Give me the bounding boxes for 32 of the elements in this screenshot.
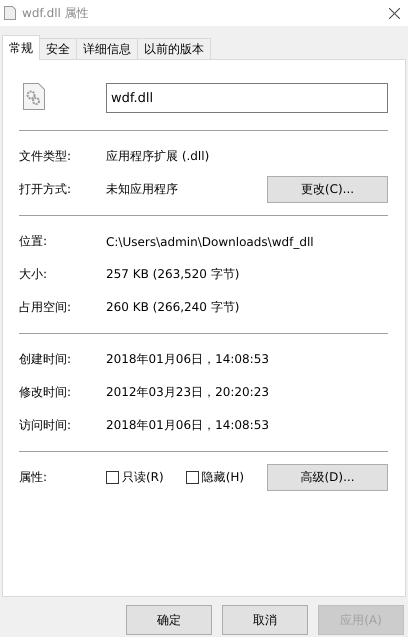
field-label: 打开方式: [19,181,72,198]
field-label: 占用空间: [19,299,72,316]
change-button[interactable]: 更改(C)... [267,176,388,203]
file-name-field[interactable]: wdf.dll [106,83,388,113]
file-icon [4,6,16,20]
dialog-button[interactable]: 取消 [222,605,308,635]
field-label: 位置: [19,233,48,250]
checkbox-label[interactable]: 隐藏(H) [202,469,244,486]
field-value: 未知应用程序 [106,181,179,198]
tab[interactable]: 常规 [2,35,40,60]
checkbox-label[interactable]: 只读(R) [122,469,164,486]
dialog-button[interactable]: 确定 [126,605,212,635]
advanced-button[interactable]: 高级(D)... [267,464,388,491]
close-icon[interactable] [389,8,400,18]
field-label: 访问时间: [19,417,72,434]
checkbox[interactable] [106,471,119,484]
checkbox[interactable] [186,471,199,484]
field-value: 257 KB (263,520 字节) [106,266,240,283]
tab[interactable]: 以前的版本 [137,38,211,59]
field-value: 2018年01月06日，14:08:53 [106,351,270,368]
field-value: 260 KB (266,240 字节) [106,299,240,316]
field-value: 2012年03月23日，20:20:23 [106,384,270,401]
field-value: 应用程序扩展 (.dll) [106,148,210,165]
field-label: 修改时间: [19,384,72,401]
window-title: wdf.dll 属性 [22,4,90,22]
field-label: 创建时间: [19,351,72,368]
settings-file-icon [23,83,45,110]
field-label: 大小: [19,266,48,283]
field-value: 2018年01月06日，14:08:53 [106,417,270,434]
field-value: C:\Users\admin\Downloads\wdf_dll [106,234,315,248]
field-label: 属性: [19,469,48,486]
field-label: 文件类型: [19,148,72,165]
